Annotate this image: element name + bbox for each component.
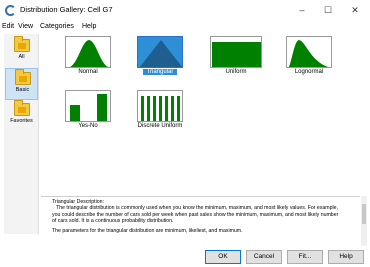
ok-button[interactable]: OK xyxy=(205,250,241,264)
maximize-button[interactable]: ☐ xyxy=(316,3,340,17)
description-panel: Triangular Description: The triangular d… xyxy=(41,196,360,246)
tile-label: Normal xyxy=(78,69,98,75)
tile-lognormal[interactable]: Lognormal xyxy=(286,36,348,76)
sidebar-item-all[interactable]: All xyxy=(5,36,38,68)
tile-label: Yes-No xyxy=(78,123,98,129)
triangular-distribution-icon xyxy=(137,36,183,68)
uniform-distribution-icon xyxy=(210,36,262,68)
menu-view[interactable]: View xyxy=(18,23,33,30)
menu-help[interactable]: Help xyxy=(82,23,96,30)
normal-distribution-icon xyxy=(65,36,111,68)
lognormal-distribution-icon xyxy=(286,36,332,68)
sidebar-item-favorites[interactable]: Favorites xyxy=(5,100,38,132)
tile-uniform[interactable]: Uniform xyxy=(210,36,272,76)
sidebar-item-basic[interactable]: Basic xyxy=(5,68,38,100)
description-line: The parameters for the triangular distri… xyxy=(52,228,243,235)
tile-discrete-uniform[interactable]: Discrete Uniform xyxy=(137,90,199,130)
menu-categories[interactable]: Categories xyxy=(40,23,74,30)
folder-icon xyxy=(14,36,30,52)
menu-edit[interactable]: Edit xyxy=(2,23,14,30)
discrete-uniform-distribution-icon xyxy=(137,90,183,122)
tile-triangular[interactable]: Triangular xyxy=(137,36,199,76)
tile-label: Discrete Uniform xyxy=(137,123,183,129)
close-button[interactable]: ✕ xyxy=(343,3,367,17)
folder-icon xyxy=(15,69,31,85)
description-scrollbar[interactable] xyxy=(361,196,367,246)
description-line: you could describe the number of cars so… xyxy=(52,211,339,218)
title-bar: Distribution Gallery: Cell G7 – ☐ ✕ xyxy=(0,0,370,21)
dialog-buttons: OK Cancel Fit... Help xyxy=(0,249,370,267)
tile-normal[interactable]: Normal xyxy=(65,36,127,76)
tile-label: Uniform xyxy=(225,69,247,75)
crystal-ball-icon xyxy=(5,5,16,16)
tile-label: Lognormal xyxy=(294,69,324,75)
fit-button[interactable]: Fit... xyxy=(287,250,323,264)
tile-label: Triangular xyxy=(143,69,177,75)
help-button[interactable]: Help xyxy=(328,250,364,264)
sidebar-item-label: All xyxy=(18,54,25,60)
scrollbar-thumb[interactable] xyxy=(362,204,366,224)
menu-bar: Edit View Categories Help xyxy=(0,22,370,33)
sidebar-item-label: Basic xyxy=(15,87,30,93)
description-text: Triangular Description: The triangular d… xyxy=(52,199,352,234)
folder-icon xyxy=(14,100,30,116)
category-sidebar: All Basic Favorites xyxy=(4,34,39,234)
description-line: The triangular distribution is commonly … xyxy=(56,205,338,212)
yes-no-distribution-icon xyxy=(65,90,111,122)
window-title: Distribution Gallery: Cell G7 xyxy=(20,5,113,14)
distribution-gallery: Normal Triangular Uniform Lognormal Yes-… xyxy=(41,34,360,195)
tile-yes-no[interactable]: Yes-No xyxy=(65,90,127,130)
cancel-button[interactable]: Cancel xyxy=(246,250,282,264)
minimize-button[interactable]: – xyxy=(290,3,314,17)
sidebar-item-label: Favorites xyxy=(10,118,33,124)
